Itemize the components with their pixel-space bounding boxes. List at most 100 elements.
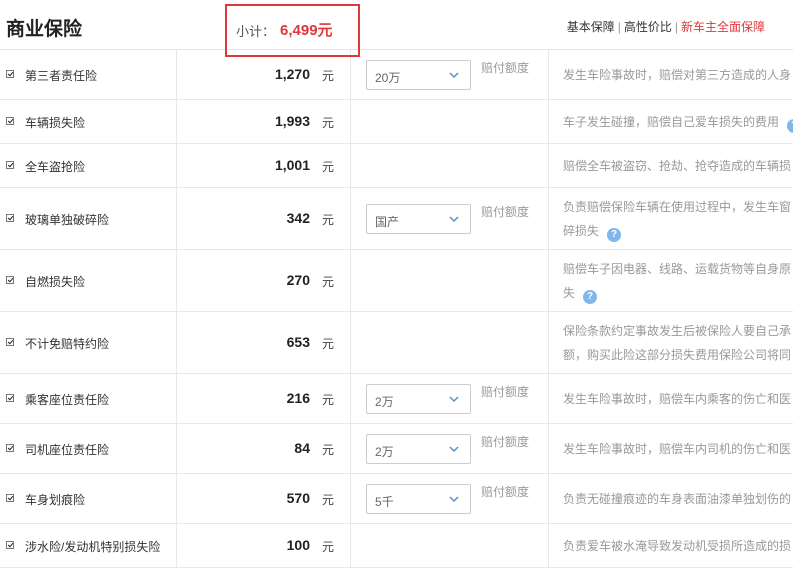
subtotal-value: 6,499元	[280, 22, 333, 39]
insurance-checkbox[interactable]	[6, 117, 14, 125]
coverage-amount-value: 国产	[375, 215, 400, 229]
description-cell: 车子发生碰撞，赔偿自己爱车损失的费用?	[549, 100, 793, 143]
premium-cell: 1,270 元	[177, 50, 351, 99]
insurance-name: 全车盗抢险	[25, 160, 86, 174]
premium-unit: 元	[321, 337, 334, 351]
premium-value: 270	[286, 272, 310, 288]
description-line: 发生车险事故时，赔偿车内乘客的伤亡和医	[563, 392, 792, 406]
premium-cell: 342 元	[177, 188, 351, 249]
table-row: 自燃损失险 270 元 赔偿车子因电器、线路、运载货物等自身原失?	[0, 250, 793, 312]
insurance-name: 车辆损失险	[25, 116, 86, 130]
table-row: 不计免赔特约险 653 元 保险条款约定事故发生后被保险人要自己承 额，购买此险这部分损…	[0, 312, 793, 374]
coverage-option-cell	[351, 250, 549, 311]
premium-value: 1,001	[274, 157, 310, 173]
coverage-option-cell	[351, 100, 549, 143]
chevron-down-icon	[448, 213, 460, 225]
plan-full-link[interactable]: 新车主全面保障	[681, 20, 765, 34]
insurance-name: 不计免赔特约险	[25, 337, 110, 351]
premium-value: 216	[286, 390, 310, 406]
coverage-option-cell: 5千 赔付额度	[351, 474, 549, 523]
coverage-amount-select[interactable]: 20万	[366, 60, 471, 90]
plan-separator: |	[617, 20, 621, 34]
description-cell: 赔偿车子因电器、线路、运载货物等自身原失?	[549, 250, 793, 311]
premium-cell: 100 元	[177, 524, 351, 567]
premium-value: 84	[294, 440, 310, 456]
help-icon[interactable]: ?	[583, 290, 598, 304]
description-line: 发生车险事故时，赔偿车内司机的伤亡和医	[563, 442, 792, 456]
chevron-down-icon	[448, 493, 460, 505]
coverage-amount-select[interactable]: 2万	[366, 384, 471, 414]
insurance-name: 自燃损失险	[25, 275, 86, 289]
description-cell: 赔偿全车被盗窃、抢劫、抢夺造成的车辆损	[549, 144, 793, 187]
insurance-name-cell: 第三者责任险	[0, 50, 177, 99]
insurance-name: 车身划痕险	[25, 493, 86, 507]
coverage-amount-select[interactable]: 国产	[366, 204, 471, 234]
coverage-option-cell	[351, 524, 549, 567]
header: 商业保险 小计： 6,499元 基本保障 | 高性价比 | 新车主全面保障	[0, 0, 793, 57]
insurance-checkbox[interactable]	[6, 494, 14, 502]
help-icon[interactable]: ?	[607, 228, 622, 242]
premium-unit: 元	[321, 393, 334, 407]
premium-value: 653	[286, 334, 310, 350]
insurance-name: 涉水险/发动机特别损失险	[25, 540, 161, 554]
insurance-checkbox[interactable]	[6, 70, 14, 78]
description-line: 失?	[563, 281, 793, 305]
insurance-checkbox[interactable]	[6, 394, 14, 402]
insurance-description: 发生车险事故时，赔偿车内司机的伤亡和医	[563, 437, 793, 461]
insurance-checkbox[interactable]	[6, 214, 14, 222]
coverage-amount-value: 2万	[375, 445, 394, 459]
insurance-name-cell: 全车盗抢险	[0, 144, 177, 187]
help-icon[interactable]: ?	[787, 119, 793, 133]
insurance-checkbox[interactable]	[6, 541, 14, 549]
plan-switcher: 基本保障 | 高性价比 | 新车主全面保障	[567, 18, 765, 35]
coverage-amount-select[interactable]: 2万	[366, 434, 471, 464]
insurance-description: 车子发生碰撞，赔偿自己爱车损失的费用?	[563, 110, 793, 134]
description-line: 负责无碰撞痕迹的车身表面油漆单独划伤的	[563, 492, 792, 506]
insurance-checkbox[interactable]	[6, 161, 14, 169]
description-line: 负责爱车被水淹导致发动机受损所造成的损	[563, 539, 792, 553]
premium-cell: 216 元	[177, 374, 351, 423]
table-row: 司机座位责任险 84 元 2万 赔付额度 发生车险事故时，赔偿车内司机的伤亡和医	[0, 424, 793, 474]
insurance-checkbox[interactable]	[6, 276, 14, 284]
table-row: 涉水险/发动机特别损失险 100 元 负责爱车被水淹导致发动机受损所造成的损	[0, 524, 793, 568]
insurance-description: 发生车险事故时，赔偿车内乘客的伤亡和医	[563, 387, 793, 411]
insurance-name: 第三者责任险	[25, 69, 98, 83]
description-cell: 负责无碰撞痕迹的车身表面油漆单独划伤的	[549, 474, 793, 523]
insurance-name-cell: 乘客座位责任险	[0, 374, 177, 423]
coverage-option-cell: 国产 赔付额度	[351, 188, 549, 249]
premium-unit: 元	[321, 493, 334, 507]
insurance-description: 负责爱车被水淹导致发动机受损所造成的损	[563, 534, 793, 558]
coverage-limit-label: 赔付额度	[481, 385, 530, 399]
plan-separator: |	[674, 20, 678, 34]
coverage-amount-select[interactable]: 5千	[366, 484, 471, 514]
coverage-option-cell	[351, 312, 549, 373]
insurance-checkbox[interactable]	[6, 338, 14, 346]
premium-cell: 270 元	[177, 250, 351, 311]
description-line: 额，购买此险这部分损失费用保险公司将同	[563, 348, 792, 362]
plan-basic-link[interactable]: 基本保障	[567, 20, 615, 34]
insurance-name-cell: 车身划痕险	[0, 474, 177, 523]
insurance-name-cell: 车辆损失险	[0, 100, 177, 143]
description-line: 负责赔偿保险车辆在使用过程中，发生车窗	[563, 200, 792, 214]
coverage-amount-value: 5千	[375, 495, 394, 509]
premium-cell: 84 元	[177, 424, 351, 473]
table-row: 车身划痕险 570 元 5千 赔付额度负责无碰撞痕迹的车身表面油漆单独划伤的	[0, 474, 793, 524]
description-line: 保险条款约定事故发生后被保险人要自己承	[563, 324, 792, 338]
insurance-name: 司机座位责任险	[25, 443, 110, 457]
coverage-limit-label: 赔付额度	[481, 485, 530, 499]
insurance-checkbox[interactable]	[6, 444, 14, 452]
premium-value: 1,270	[274, 66, 310, 82]
insurance-name-cell: 不计免赔特约险	[0, 312, 177, 373]
coverage-option-cell	[351, 144, 549, 187]
premium-cell: 1,001 元	[177, 144, 351, 187]
insurance-description: 负责无碰撞痕迹的车身表面油漆单独划伤的	[563, 487, 793, 511]
premium-cell: 570 元	[177, 474, 351, 523]
premium-cell: 653 元	[177, 312, 351, 373]
description-line: 碎损失?	[563, 219, 793, 243]
coverage-limit-label: 赔付额度	[481, 205, 530, 219]
premium-unit: 元	[321, 69, 334, 83]
coverage-option-cell: 2万 赔付额度	[351, 424, 549, 473]
chevron-down-icon	[448, 393, 460, 405]
plan-value-link[interactable]: 高性价比	[624, 20, 672, 34]
insurance-name-cell: 司机座位责任险	[0, 424, 177, 473]
